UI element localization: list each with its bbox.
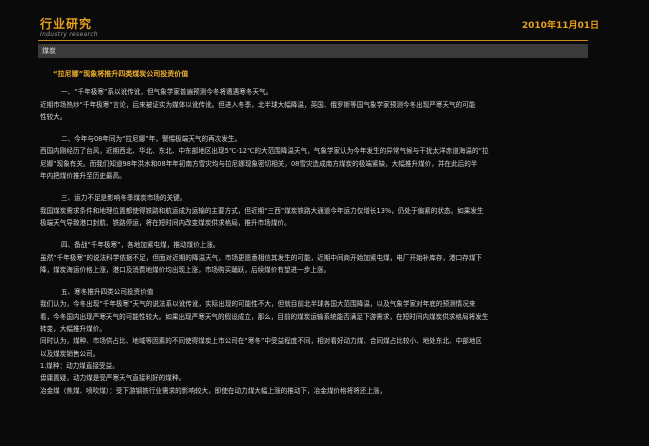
section-heading: 四、备战“千年极寒”，各地加紧屯煤，推动煤价上涨。 — [61, 241, 220, 250]
paragraph-line: 转变，大幅推升煤价。 — [40, 325, 106, 334]
paragraph-line: 我们认为，今冬出现“千年极寒”天气的说法系以讹传讹，实际出现的可能性不大，但就目… — [40, 300, 476, 309]
paragraph-line: 性较大。 — [40, 112, 67, 121]
paragraph-line: 年内把煤价推升至历史最高。 — [40, 172, 126, 181]
section-heading: 五、寒冬推升四类公司投资价值 — [61, 288, 154, 297]
section-bar: 煤炭 — [38, 44, 588, 58]
paragraph-line: 西国内刚经历了台风，近期西北、华北、东北、中东部地区出现5℃-12℃的大范围降温… — [40, 147, 489, 156]
paragraph-line: 虽然“千年极寒”的说法科学依据不足，但面对近期的降温天气，市场更愿意相信其发生的… — [40, 253, 483, 262]
paragraph-line: 1.煤种：动力煤直接受益。 — [40, 361, 119, 370]
article-body: “拉尼娜”现象将推升四类煤炭公司投资价值 一、“千年极寒”系以讹传讹，但气象学家… — [40, 68, 590, 397]
paragraph-line: 降，煤炭海运价格上涨，港口及消费地煤价均出现上涨，市场购买踊跃，后续煤价有望进一… — [40, 265, 331, 274]
paragraph-line: 我国煤炭需求条件和地理位置都使得铁路和航运成为运输的主要方式，但近期“三西”煤炭… — [40, 206, 484, 215]
paragraph-line: 近期市场热炒“千年极寒”言论，后来被证实为媒体以讹传讹。但进入冬季，北半球大幅降… — [40, 100, 476, 109]
paragraph-line: 尼娜”现象有关。而我们知道98年洪水和08年年初南方雪灾均与拉尼娜现象密切相关，… — [40, 159, 478, 168]
report-category-subtitle: Industry research — [40, 31, 98, 38]
paragraph-line: 以及煤炭销售公司。 — [40, 349, 100, 358]
header-divider — [38, 40, 588, 41]
paragraph-line: 同时认为，煤种、市场供占比、地域等因素的不同使得煤炭上市公司在“寒冬”中受益程度… — [40, 337, 483, 346]
paragraph-line: 毋庸置疑，动力煤是受严寒天气直接利好的煤种。 — [40, 374, 186, 383]
paragraph-line: 极端天气导致港口封航、铁路停运，将在短时间内改变煤炭供求格局，推升市场煤价。 — [40, 218, 291, 227]
section-label: 煤炭 — [42, 47, 56, 55]
section-heading: 一、“千年极寒”系以讹传讹，但气象学家普遍预测今冬将遭遇寒冬天气。 — [61, 88, 273, 97]
report-header: 行业研究 Industry research 2010年11月01日 — [0, 0, 649, 40]
paragraph-line: 冶金煤（焦煤、喷吹煤）：受下游钢铁行业需求的影响较大，即使在动力煤大幅上涨的推动… — [40, 386, 387, 395]
report-category-title: 行业研究 — [40, 17, 93, 31]
article-title: “拉尼娜”现象将推升四类煤炭公司投资价值 — [53, 70, 189, 78]
report-date: 2010年11月01日 — [521, 21, 599, 31]
section-heading: 二、今年与08年同为“拉尼娜”年，警惕极端天气的再次发生。 — [61, 135, 242, 144]
section-heading: 三、运力不足是影响冬季煤炭市场的关键。 — [61, 194, 187, 203]
paragraph-line: 看，今冬国内出现严寒天气的可能性较大。如果出现严寒天气的假设成立，那么，目前的煤… — [40, 312, 489, 321]
